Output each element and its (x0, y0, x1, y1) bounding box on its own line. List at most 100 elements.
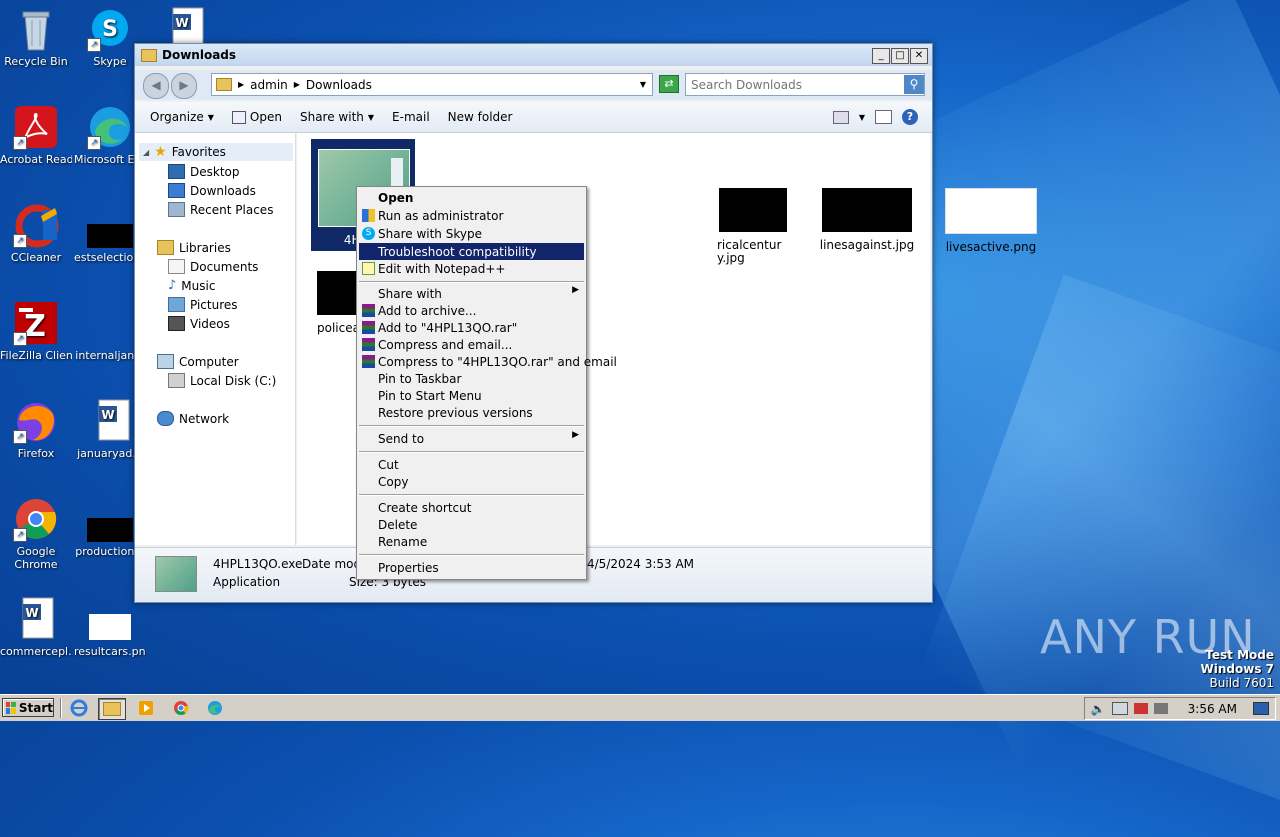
refresh-icon[interactable]: ⇄ (659, 75, 679, 93)
menu-copy[interactable]: Copy (359, 473, 584, 490)
details-filename: 4HPL13QO.exe (213, 557, 303, 571)
chevron-down-icon[interactable]: ▼ (859, 113, 865, 122)
search-box[interactable]: ⚲ (685, 73, 925, 96)
edge-taskbar-icon[interactable] (202, 698, 228, 718)
star-icon: ★ (154, 144, 167, 160)
acrobat-icon: ↗ (13, 104, 59, 150)
tray-app-icon[interactable] (1153, 703, 1168, 714)
shortcut-arrow-icon: ↗ (87, 38, 101, 52)
menu-pin-taskbar[interactable]: Pin to Taskbar (359, 370, 584, 387)
desktop-icon-recycle-bin[interactable]: Recycle Bin (0, 6, 72, 68)
menu-open[interactable]: Open (359, 189, 584, 206)
desktop-icon-chrome[interactable]: ↗ Google Chrome (0, 496, 72, 571)
preview-pane-icon[interactable] (875, 110, 892, 124)
nav-label: Downloads (190, 183, 256, 198)
media-player-icon[interactable] (133, 698, 159, 718)
menu-edit-notepadpp[interactable]: Edit with Notepad++ (359, 260, 584, 277)
nav-desktop[interactable]: Desktop (168, 164, 240, 179)
menu-add-to-rar[interactable]: Add to "4HPL13QO.rar" (359, 319, 584, 336)
window-titlebar[interactable]: Downloads (135, 44, 932, 66)
nav-favorites[interactable]: ◢ ★ Favorites (143, 145, 226, 159)
skype-icon: S ↗ (87, 6, 133, 52)
menu-create-shortcut[interactable]: Create shortcut (359, 499, 584, 516)
desktop-icon-filezilla[interactable]: Z ↗ FileZilla Client (0, 300, 72, 362)
taskbar: Start 🔈 3:56 AM (0, 694, 1280, 721)
desktop-icon-resultcars[interactable]: resultcars.png (74, 596, 146, 658)
email-button[interactable]: E-mail (383, 110, 439, 124)
menu-restore-versions[interactable]: Restore previous versions (359, 404, 584, 421)
menu-add-archive[interactable]: Add to archive... (359, 302, 584, 319)
menu-run-as-admin[interactable]: Run as administrator (359, 207, 584, 224)
menu-share-with[interactable]: Share with ▶ (359, 285, 584, 302)
breadcrumb-downloads[interactable]: Downloads (306, 78, 372, 92)
menu-label: Troubleshoot compatibility (378, 244, 537, 259)
nav-network[interactable]: Network (157, 411, 229, 426)
nav-music[interactable]: ♪ Music (168, 278, 215, 293)
desktop-icon-acrobat[interactable]: ↗ Acrobat Reader DC (0, 104, 72, 166)
file-item[interactable]: livesactive.png (937, 188, 1045, 254)
address-bar[interactable]: ▶ admin ▶ Downloads ▼ (211, 73, 653, 96)
search-input[interactable] (686, 76, 904, 93)
desktop-folder-icon (168, 164, 185, 179)
desktop-icon-commercepl[interactable]: W commercepl... (0, 596, 72, 658)
menu-label: Open (378, 190, 414, 205)
menu-delete[interactable]: Delete (359, 516, 584, 533)
organize-button[interactable]: Organize ▼ (141, 110, 223, 124)
new-folder-button[interactable]: New folder (439, 110, 522, 124)
back-button[interactable]: ◀ (143, 73, 169, 99)
nav-videos[interactable]: Videos (168, 316, 230, 331)
start-button[interactable]: Start (2, 698, 54, 717)
file-item[interactable] (715, 188, 787, 232)
desktop-icon-ccleaner[interactable]: ↗ CCleaner (0, 202, 72, 264)
menu-compress-email[interactable]: Compress and email... (359, 336, 584, 353)
menu-pin-start[interactable]: Pin to Start Menu (359, 387, 584, 404)
maximize-button[interactable]: □ (891, 48, 909, 64)
nav-pictures[interactable]: Pictures (168, 297, 238, 312)
show-desktop-icon[interactable] (1253, 702, 1269, 715)
action-center-flag-icon[interactable] (1133, 703, 1148, 714)
address-dropdown-icon[interactable]: ▼ (640, 80, 646, 89)
share-with-button[interactable]: Share with ▼ (291, 110, 383, 124)
explorer-taskbar-button[interactable] (98, 698, 126, 720)
skype-icon: S (362, 227, 375, 240)
menu-separator (359, 425, 584, 427)
network-tray-icon[interactable] (1111, 702, 1128, 715)
os-test-mode: Test Mode (1205, 648, 1274, 662)
image-file-icon (87, 202, 133, 248)
nav-recent-places[interactable]: Recent Places (168, 202, 273, 217)
menu-troubleshoot[interactable]: Troubleshoot compatibility (359, 243, 584, 260)
open-button[interactable]: Open (223, 110, 291, 124)
help-icon[interactable]: ? (902, 109, 918, 125)
nav-downloads[interactable]: Downloads (168, 183, 256, 198)
volume-icon[interactable]: 🔈 (1091, 702, 1106, 716)
menu-share-skype[interactable]: S Share with Skype (359, 225, 584, 242)
image-thumbnail (317, 271, 357, 315)
menu-label: Restore previous versions (378, 405, 533, 420)
breadcrumb-admin[interactable]: admin (250, 78, 288, 92)
menu-send-to[interactable]: Send to ▶ (359, 430, 584, 447)
command-bar: Organize ▼ Open Share with ▼ E-mail New … (135, 102, 932, 133)
menu-properties[interactable]: Properties (359, 559, 584, 576)
forward-button[interactable]: ▶ (171, 73, 197, 99)
menu-cut[interactable]: Cut (359, 456, 584, 473)
chrome-taskbar-icon[interactable] (168, 698, 194, 718)
menu-separator (359, 494, 584, 496)
nav-local-disk[interactable]: Local Disk (C:) (168, 373, 276, 388)
nav-documents[interactable]: Documents (168, 259, 258, 274)
menu-separator (359, 554, 584, 556)
winrar-icon (362, 321, 375, 334)
clock[interactable]: 3:56 AM (1188, 702, 1237, 716)
change-view-icon[interactable] (832, 110, 849, 124)
menu-compress-rar-email[interactable]: Compress to "4HPL13QO.rar" and email (359, 353, 617, 370)
nav-computer[interactable]: Computer (157, 354, 239, 369)
close-button[interactable]: ✕ (910, 48, 928, 64)
desktop-icon-firefox[interactable]: ↗ Firefox (0, 398, 72, 460)
chrome-icon: ↗ (13, 496, 59, 542)
nav-libraries[interactable]: Libraries (157, 240, 231, 255)
menu-rename[interactable]: Rename (359, 533, 584, 550)
ie-quicklaunch-icon[interactable] (66, 698, 92, 718)
minimize-button[interactable]: _ (872, 48, 890, 64)
file-item[interactable]: linesagainst.jpg (813, 188, 921, 252)
search-icon[interactable]: ⚲ (904, 75, 924, 94)
winrar-icon (362, 338, 375, 351)
